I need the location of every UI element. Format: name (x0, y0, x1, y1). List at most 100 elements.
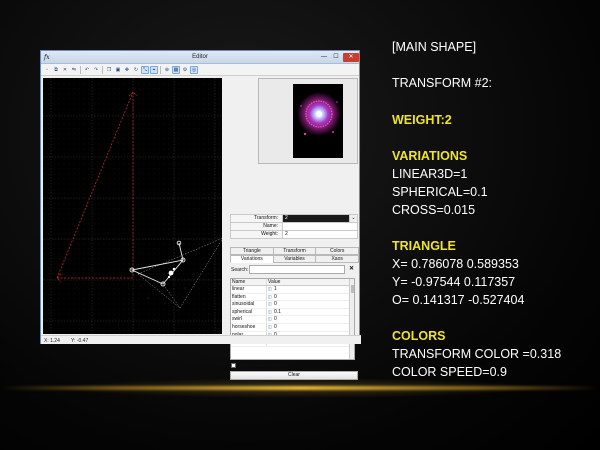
search-input[interactable] (249, 265, 345, 274)
status-x: X: 1.24 (44, 338, 60, 344)
tab-transform[interactable]: Transform (272, 247, 317, 255)
transform-row: Transform: 2 ⌄ (230, 214, 358, 223)
variation-name: sinusoidal (231, 301, 267, 308)
copy-icon[interactable]: ⧉ (52, 66, 60, 74)
transform-select[interactable]: 2 (283, 215, 349, 222)
clear-button[interactable]: Clear (230, 371, 358, 380)
name-field[interactable] (283, 223, 357, 230)
variation-value[interactable]: 0 (273, 301, 354, 308)
minimize-icon[interactable]: — (319, 53, 329, 62)
title-bar[interactable]: fx Editor — ☐ ✕ (41, 51, 359, 64)
table-row[interactable]: sinusoidal ◫ 0 (231, 301, 354, 309)
table-row[interactable]: spherical ◫ 0.1 (231, 308, 354, 317)
variation-value[interactable]: 0 (273, 324, 354, 331)
weight-row: Weight: 2 (230, 230, 358, 239)
triangle-editor-canvas[interactable] (43, 78, 222, 334)
variation-name: spherical (231, 308, 267, 316)
tab-row-2: Variations Variables Xaos (230, 255, 360, 263)
hide-unused-checkbox[interactable] (231, 363, 236, 368)
variation-name: flatten (231, 293, 267, 301)
tab-variables[interactable]: Variables (272, 255, 317, 263)
delete-icon[interactable]: ✕ (61, 66, 69, 74)
toolbar-separator (102, 65, 103, 74)
variation-name: horseshoe (231, 323, 267, 331)
duplicate-icon[interactable]: ❐ (105, 66, 113, 74)
move-icon[interactable]: ✥ (123, 66, 131, 74)
triangle-heading: TRIANGLE (392, 239, 456, 253)
editor-window: fx Editor — ☐ ✕ ▫ ⧉ ✕ ⇋ ↶ ↷ ❐ ▣ ✥ ↻ ⤡ ⌖ … (40, 50, 361, 380)
variation-value[interactable]: 0 (273, 294, 354, 301)
triangle-line: X= 0.786078 0.589353 (392, 257, 519, 271)
variation-name: swirl (231, 316, 267, 323)
variation-line: CROSS=0.015 (392, 203, 476, 217)
tab-triangle[interactable]: Triangle (230, 247, 274, 255)
table-row[interactable]: flatten ◫ 0 (231, 293, 354, 302)
name-row: Name: (230, 222, 358, 231)
scrollbar-thumb[interactable] (351, 285, 354, 293)
weight-heading: WEIGHT:2 (392, 113, 452, 127)
transform-heading: TRANSFORM #2: (392, 76, 493, 90)
status-y: Y: -0.47 (71, 338, 89, 344)
variation-line: LINEAR3D=1 (392, 167, 468, 181)
variation-value[interactable]: 0 (273, 316, 354, 323)
table-row[interactable]: horseshoe ◫ 0 (231, 323, 354, 332)
zoom-icon[interactable]: ⊕ (163, 66, 171, 74)
transform-properties: Transform: 2 ⌄ Name: Weight: 2 (230, 214, 358, 239)
pick-icon[interactable]: ⌖ (150, 65, 158, 74)
toolbar-separator (80, 65, 81, 74)
flip-icon[interactable]: ⇋ (70, 66, 78, 74)
toolbar-separator (160, 65, 161, 74)
triangle-canvas-svg (43, 78, 222, 334)
variations-heading: VARIATIONS (392, 149, 468, 163)
rotate-icon[interactable]: ↻ (132, 66, 140, 74)
colors-line: COLOR SPEED=0.9 (392, 365, 507, 379)
editor-tabs: Triangle Transform Colors Variations Var… (230, 247, 360, 263)
main-shape-heading: [MAIN SHAPE] (392, 40, 477, 54)
colors-line: TRANSFORM COLOR =0.318 (392, 347, 562, 361)
triangle-line: O= 0.141317 -0.527404 (392, 293, 525, 307)
chevron-down-icon[interactable]: ⌄ (349, 215, 357, 222)
new-icon[interactable]: ▫ (43, 66, 51, 74)
transform-label: Transform: (231, 215, 283, 222)
variations-scrollbar[interactable] (349, 279, 354, 359)
bottom-gold-line (0, 386, 600, 390)
variation-name: linear (231, 286, 267, 293)
variations-header: Name Value (231, 279, 354, 286)
status-bar: X: 1.24 Y: -0.47 (41, 335, 361, 344)
column-name-header: Name (231, 279, 267, 285)
tab-variations[interactable]: Variations (230, 255, 274, 263)
close-icon[interactable]: ✕ (343, 53, 359, 62)
redo-icon[interactable]: ↷ (92, 66, 100, 74)
variation-value[interactable]: 0.1 (273, 309, 354, 316)
search-label: Search: (231, 267, 249, 273)
fractal-preview-svg (293, 84, 343, 158)
clear-search-icon[interactable]: ✕ (349, 265, 354, 272)
tab-colors[interactable]: Colors (315, 247, 360, 255)
undo-icon[interactable]: ↶ (83, 66, 91, 74)
grid-icon[interactable]: ▦ (172, 65, 180, 74)
variation-search: Search: ✕ (230, 265, 358, 274)
weight-field[interactable]: 2 (283, 231, 357, 238)
table-row[interactable]: swirl ◫ 0 (231, 316, 354, 324)
colors-heading: COLORS (392, 329, 446, 343)
fractal-preview-image (293, 84, 343, 158)
variation-value[interactable]: 1 (273, 286, 354, 293)
paste-icon[interactable]: ▣ (114, 66, 122, 74)
settings-icon[interactable]: ⚙ (181, 66, 189, 74)
table-row[interactable]: linear ◫ 1 (231, 286, 354, 294)
scale-icon[interactable]: ⤡ (141, 65, 149, 74)
pivot-icon[interactable]: ◎ (190, 65, 198, 74)
tab-row-1: Triangle Transform Colors (230, 247, 360, 255)
window-title: Editor (192, 54, 208, 60)
hide-unused-row: Hide unused variations (230, 362, 358, 370)
toolbar: ▫ ⧉ ✕ ⇋ ↶ ↷ ❐ ▣ ✥ ↻ ⤡ ⌖ ⊕ ▦ ⚙ ◎ (41, 64, 359, 76)
name-label: Name: (231, 223, 283, 230)
hide-unused-label: Hide unused variations (239, 363, 290, 369)
column-value-header: Value (268, 279, 281, 285)
triangle-line: Y= -0.97544 0.117357 (392, 275, 516, 289)
weight-label: Weight: (231, 231, 283, 238)
maximize-icon[interactable]: ☐ (331, 53, 341, 62)
dot-grid (43, 78, 222, 334)
variations-table: Name Value linear ◫ 1 flatten ◫ 0 sinuso… (230, 278, 355, 360)
tab-xaos[interactable]: Xaos (315, 255, 360, 263)
